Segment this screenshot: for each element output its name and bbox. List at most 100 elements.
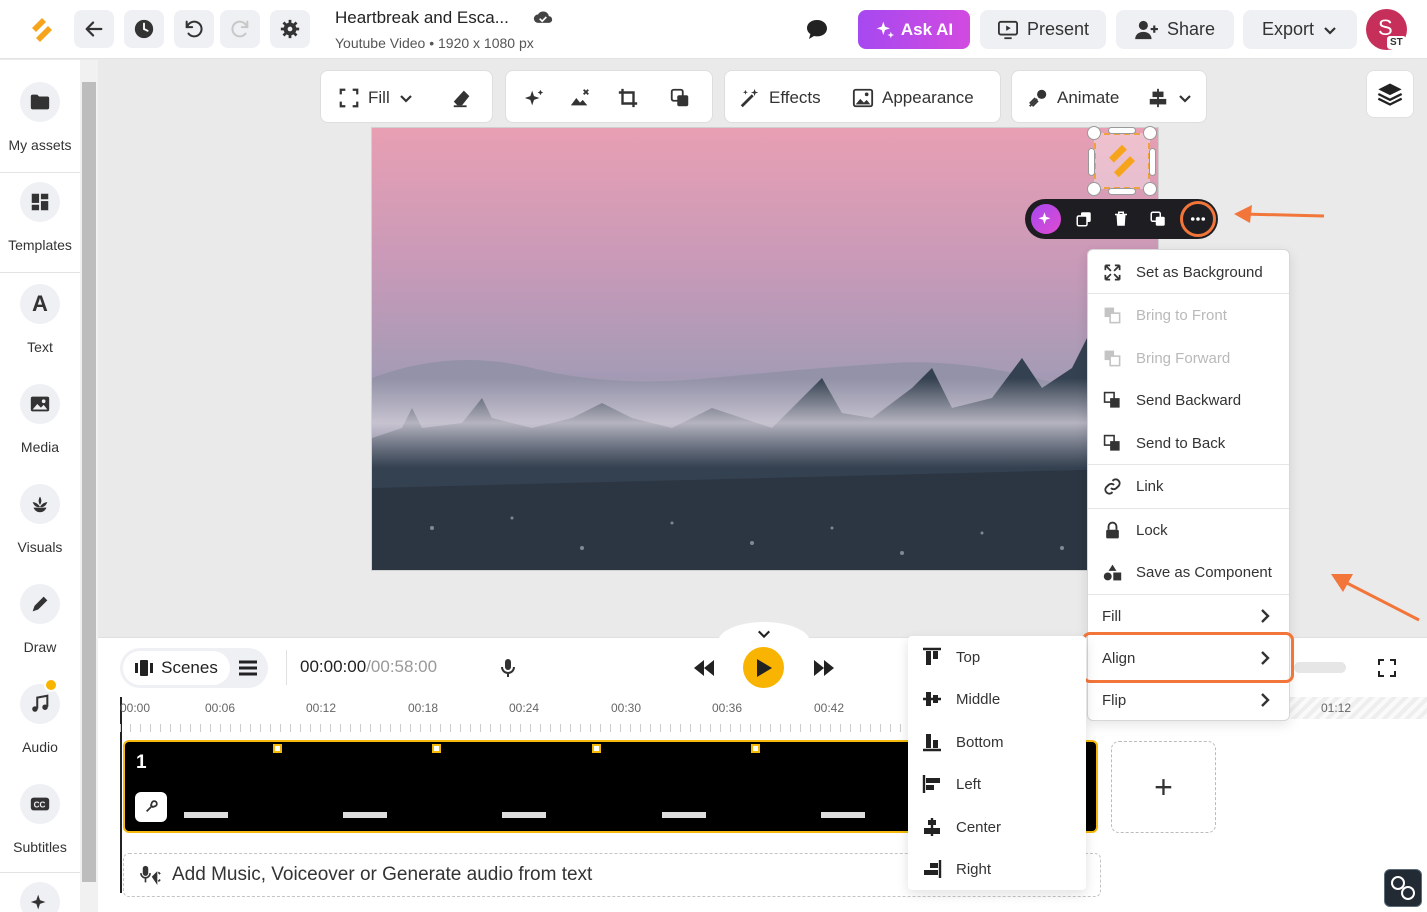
- scene-voiceover-button[interactable]: [135, 792, 167, 822]
- microphone-icon[interactable]: [500, 658, 516, 678]
- share-button[interactable]: Share: [1116, 10, 1234, 49]
- menu-item-fill[interactable]: Fill: [1088, 596, 1289, 636]
- toolbar-group-animate: Animate: [1011, 70, 1207, 123]
- menu-item-label: Send Backward: [1136, 391, 1242, 409]
- menu-item-send-backward[interactable]: Send Backward: [1088, 380, 1289, 420]
- comment-icon[interactable]: [805, 18, 829, 40]
- resize-handle-top[interactable]: [1108, 127, 1136, 134]
- sidebar-icon-wrap: A: [20, 284, 60, 324]
- ruler-label: 01:12: [1321, 701, 1352, 715]
- fullscreen-icon[interactable]: [1378, 659, 1396, 677]
- magic-button[interactable]: [523, 71, 545, 124]
- keyframe-marker[interactable]: [432, 744, 441, 753]
- add-user-icon: [1135, 20, 1158, 39]
- canvas-image[interactable]: [371, 127, 1159, 571]
- animate-button[interactable]: Animate: [1027, 71, 1119, 124]
- replace-button[interactable]: [1143, 204, 1173, 234]
- ai-magic-button[interactable]: [1031, 204, 1061, 234]
- list-view-icon[interactable]: [239, 660, 257, 676]
- menu-item-send-to-back[interactable]: Send to Back: [1088, 423, 1289, 463]
- more-options-button[interactable]: [1180, 201, 1216, 237]
- sidebar-item-more[interactable]: [0, 882, 80, 912]
- resize-handle-right[interactable]: [1149, 148, 1156, 176]
- keyframe-marker[interactable]: [592, 744, 601, 753]
- sidebar-item-subtitles[interactable]: CC Subtitles: [0, 784, 80, 855]
- menu-item-flip[interactable]: Flip: [1088, 680, 1289, 720]
- scrollbar-thumb[interactable]: [82, 82, 96, 882]
- music-icon: [32, 694, 49, 712]
- align-bottom-option[interactable]: Bottom: [908, 722, 1086, 762]
- shapes-icon: [1103, 564, 1121, 580]
- ask-ai-button[interactable]: Ask AI: [858, 10, 970, 49]
- remove-background-button[interactable]: [569, 71, 591, 124]
- resize-handle-bottom[interactable]: [1108, 188, 1136, 195]
- duplicate-icon: [1076, 212, 1091, 227]
- align-right-option[interactable]: Right: [908, 849, 1086, 889]
- sidebar-icon-wrap: [20, 82, 60, 122]
- menu-item-link[interactable]: Link: [1088, 466, 1289, 506]
- selected-logo-element[interactable]: [1094, 133, 1150, 189]
- rewind-icon[interactable]: [692, 658, 716, 678]
- eraser-button[interactable]: [451, 71, 473, 124]
- resize-handle-top-right[interactable]: [1143, 126, 1157, 140]
- sidebar-icon-wrap: [20, 484, 60, 524]
- scenes-button[interactable]: Scenes: [123, 651, 230, 685]
- align-left-option[interactable]: Left: [908, 764, 1086, 804]
- resize-handle-bottom-right[interactable]: [1143, 182, 1157, 196]
- align-top-option[interactable]: Top: [908, 637, 1086, 677]
- undo-button[interactable]: [174, 10, 214, 48]
- back-button[interactable]: [74, 10, 114, 48]
- sidebar-item-my-assets[interactable]: My assets: [0, 82, 80, 153]
- menu-item-lock[interactable]: Lock: [1088, 510, 1289, 550]
- ruler-label: 00:18: [408, 701, 439, 715]
- user-avatar[interactable]: S ST: [1366, 9, 1407, 50]
- keyframe-marker[interactable]: [751, 744, 760, 753]
- sidebar-icon-wrap: [20, 584, 60, 624]
- fast-forward-icon[interactable]: [812, 658, 836, 678]
- zoom-slider[interactable]: [1294, 662, 1346, 673]
- document-title[interactable]: Heartbreak and Esca...: [335, 8, 509, 28]
- sidebar-item-media[interactable]: Media: [0, 384, 80, 455]
- resize-handle-bottom-left[interactable]: [1087, 182, 1101, 196]
- sidebar-item-label: Visuals: [17, 539, 63, 555]
- duplicate-button[interactable]: [1069, 204, 1099, 234]
- sidebar-item-audio[interactable]: Audio: [0, 678, 80, 755]
- present-button[interactable]: Present: [980, 10, 1106, 49]
- replace-image-icon: [670, 88, 689, 106]
- sidebar-scrollbar[interactable]: [80, 60, 98, 912]
- sidebar-item-visuals[interactable]: Visuals: [0, 484, 80, 555]
- sidebar-item-templates[interactable]: Templates: [0, 182, 80, 253]
- export-button[interactable]: Export: [1243, 10, 1357, 49]
- align-center-option[interactable]: Center: [908, 807, 1086, 847]
- appearance-button[interactable]: Appearance: [852, 71, 974, 124]
- menu-item-set-as-background[interactable]: Set as Background: [1088, 252, 1289, 292]
- app-logo[interactable]: [26, 14, 58, 46]
- play-button[interactable]: [743, 647, 784, 688]
- resize-handle-left[interactable]: [1088, 148, 1095, 176]
- add-scene-button[interactable]: +: [1111, 741, 1216, 833]
- sidebar-item-text[interactable]: A Text: [0, 284, 80, 355]
- keyframe-marker[interactable]: [273, 744, 282, 753]
- resize-handle-top-left[interactable]: [1087, 126, 1101, 140]
- align-highlight-outline: [1082, 632, 1294, 683]
- fill-dropdown[interactable]: Fill: [338, 71, 414, 124]
- settings-button[interactable]: [270, 10, 310, 48]
- export-label: Export: [1261, 19, 1315, 39]
- align-middle-option[interactable]: Middle: [908, 679, 1086, 719]
- sparkles-icon: [524, 89, 544, 105]
- history-button[interactable]: [124, 10, 164, 48]
- crop-button[interactable]: [617, 71, 639, 124]
- menu-item-save-as-component[interactable]: Save as Component: [1088, 552, 1289, 592]
- support-widget-button[interactable]: [1384, 869, 1422, 907]
- redo-button[interactable]: [220, 10, 260, 48]
- effects-button[interactable]: Effects: [739, 71, 821, 124]
- delete-button[interactable]: [1106, 204, 1136, 234]
- position-dropdown[interactable]: [1147, 71, 1193, 124]
- timeline-collapse-button[interactable]: [718, 622, 810, 642]
- link-icon: [1103, 477, 1121, 495]
- sidebar-item-draw[interactable]: Draw: [0, 584, 80, 655]
- replace-button[interactable]: [669, 71, 691, 124]
- cloud-saved-icon: [533, 11, 553, 23]
- layers-button[interactable]: [1366, 70, 1414, 118]
- toolbar-group-image: [505, 70, 713, 123]
